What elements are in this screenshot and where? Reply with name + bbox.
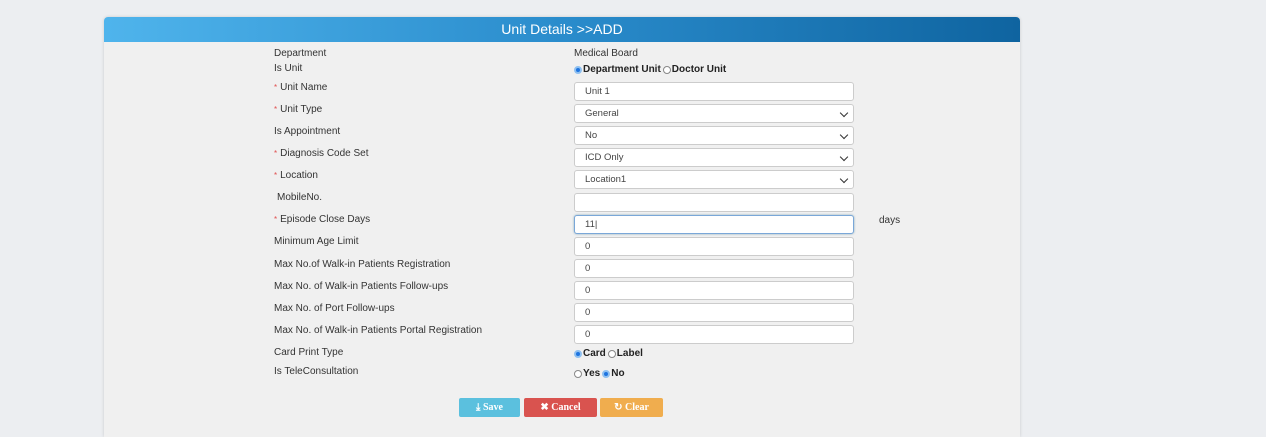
diagnosis-code-select[interactable]: ICD Only [574,148,854,167]
unit-name-label-text: Unit Name [280,82,328,93]
is-appointment-select[interactable]: No [574,126,854,145]
is-unit-label: Is Unit [274,63,303,74]
label-option-label: Label [616,348,643,359]
portal-reg-label: Max No. of Walk-in Patients Portal Regis… [274,325,483,336]
required-mark: * [274,105,278,114]
required-mark: * [274,83,278,92]
radio-department-unit[interactable] [574,65,582,74]
location-select[interactable]: Location1 [574,170,854,189]
card-print-radio-group: Card Label [574,348,643,359]
teleconsultation-label: Is TeleConsultation [274,366,359,377]
teleconsultation-radio-group: Yes No [574,368,625,379]
portal-reg-input[interactable]: 0 [574,325,854,344]
diagnosis-label: * Diagnosis Code Set [274,148,369,159]
days-unit: days [879,215,901,226]
mobile-input[interactable] [574,193,854,212]
required-mark: * [274,171,278,180]
department-unit-option-label: Department Unit [583,64,661,75]
radio-no[interactable] [602,369,611,378]
download-icon: ⤓ [476,402,483,413]
walkin-followup-input[interactable]: 0 [574,281,854,300]
refresh-icon: ↻ [614,402,625,413]
episode-label: * Episode Close Days [274,214,370,225]
unit-type-select[interactable]: General [574,104,854,123]
walkin-reg-label: Max No.of Walk-in Patients Registration [274,259,451,270]
unit-name-label: * Unit Name [274,82,327,93]
unit-type-label: * Unit Type [274,104,322,115]
location-label-text: Location [280,170,318,181]
save-button-label: Save [482,402,503,413]
radio-card[interactable] [574,349,582,358]
min-age-input[interactable]: 0 [574,237,854,256]
yes-option-label: Yes [583,368,601,379]
is-unit-radio-group: Department Unit Doctor Unit [574,64,726,75]
is-appointment-label: Is Appointment [274,126,341,137]
unit-details-panel: Unit Details >>ADD Department Medical Bo… [104,17,1020,437]
port-followup-input[interactable]: 0 [574,303,854,322]
diagnosis-label-text: Diagnosis Code Set [280,148,369,159]
panel-title: Unit Details >>ADD [104,17,1020,42]
required-mark: * [274,215,278,224]
doctor-unit-option-label: Doctor Unit [671,64,727,75]
cancel-button[interactable]: ✖ Cancel [524,398,597,417]
episode-close-days-input[interactable]: 11| [574,215,854,234]
no-option-label: No [611,368,625,379]
clear-button-label: Clear [625,402,649,413]
unit-type-label-text: Unit Type [280,104,323,115]
card-print-label: Card Print Type [274,347,344,358]
department-value: Medical Board [574,48,638,59]
walkin-followup-label: Max No. of Walk-in Patients Follow-ups [274,281,449,292]
radio-yes[interactable] [574,369,582,378]
radio-doctor-unit[interactable] [662,65,671,74]
department-label: Department [274,48,327,59]
required-mark: * [274,149,278,158]
radio-label[interactable] [607,349,616,358]
walkin-reg-input[interactable]: 0 [574,259,854,278]
unit-name-input[interactable]: Unit 1 [574,82,854,101]
port-followup-label: Max No. of Port Follow-ups [274,303,395,314]
card-option-label: Card [583,348,606,359]
episode-label-text: Episode Close Days [280,214,371,225]
cancel-button-label: Cancel [551,402,581,413]
min-age-label: Minimum Age Limit [274,236,359,247]
save-button[interactable]: ⤓ Save [459,398,520,417]
close-icon: ✖ [540,402,552,413]
clear-button[interactable]: ↻ Clear [600,398,663,417]
mobile-label: MobileNo. [277,192,323,203]
location-label: * Location [274,170,318,181]
